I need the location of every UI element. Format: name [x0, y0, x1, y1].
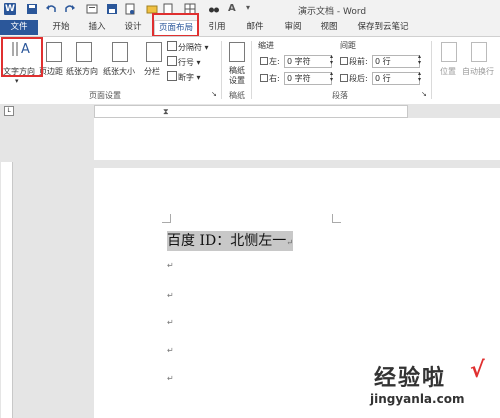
tab-review[interactable]: 审阅 [278, 20, 308, 35]
redo-icon[interactable] [64, 3, 76, 15]
separator [251, 41, 252, 99]
paragraph-mark: ↵ [167, 318, 174, 327]
indent-left-text: 左: [269, 57, 280, 66]
margin-corner-mark [162, 214, 171, 223]
vertical-ruler[interactable] [1, 162, 13, 418]
columns-icon[interactable] [146, 42, 162, 62]
size-icon[interactable] [112, 42, 128, 62]
spacing-before-input[interactable]: 0 行 [372, 55, 420, 68]
orientation-button[interactable]: 纸张方向 [66, 66, 98, 77]
group-draft-label: 稿纸 [229, 91, 245, 100]
tab-insert[interactable]: 插入 [82, 20, 112, 35]
paragraph-mark: ↵ [167, 291, 174, 300]
indent-left-label: 左: [260, 56, 280, 67]
ribbon-tabs: 文件 开始 插入 设计 页面布局 引用 邮件 审阅 视图 保存到云笔记 [0, 19, 500, 36]
page-previous [94, 118, 500, 160]
tab-view[interactable]: 视图 [314, 20, 344, 35]
indent-label: 缩进 [258, 41, 274, 50]
spacing-before-label: 段前: [340, 56, 368, 67]
breaks-button[interactable]: 分隔符 ▾ [167, 41, 209, 53]
separator [221, 41, 222, 99]
hyphenation-icon [167, 71, 177, 81]
tab-save-cloud[interactable]: 保存到云笔记 [352, 20, 414, 35]
tab-selector-icon[interactable]: L [4, 106, 14, 116]
selected-text[interactable]: 百度 ID：北恻左一↵ [167, 231, 293, 251]
orientation-icon[interactable] [76, 42, 92, 62]
margin-corner-mark [332, 214, 341, 223]
customize-quick-access-icon[interactable]: ▾ [246, 3, 258, 15]
paragraph-mark: ↵ [167, 374, 174, 383]
spacing-before-icon [340, 57, 348, 65]
group-paragraph-label: 段落 [332, 91, 348, 100]
indent-right-spinner-icon[interactable]: ▴ ▾ [330, 71, 333, 83]
horizontal-ruler[interactable]: ⧗ [94, 105, 408, 118]
position-icon[interactable] [441, 42, 457, 62]
print-preview-icon[interactable] [86, 3, 98, 15]
indent-right-icon [260, 74, 268, 82]
text-direction-dropdown-icon[interactable]: ▾ [15, 77, 19, 85]
watermark-text: 经验啦 [374, 366, 447, 391]
spacing-after-label: 段后: [340, 73, 368, 84]
paragraph-launcher-icon[interactable]: ↘ [421, 90, 427, 98]
indent-left-icon [260, 57, 268, 65]
watermark: 经验啦 √ jingyanla.com [370, 358, 498, 416]
margins-icon[interactable] [46, 42, 62, 62]
page-setup-launcher-icon[interactable]: ↘ [211, 90, 217, 98]
breaks-label: 分隔符 [178, 43, 202, 52]
line-numbers-icon [167, 56, 177, 66]
paragraph-mark: ↵ [167, 346, 174, 355]
tab-mailings[interactable]: 邮件 [240, 20, 270, 35]
document-line-1[interactable]: 百度 ID：北恻左一 [167, 233, 286, 249]
paragraph-mark: ↵ [286, 238, 293, 247]
title-bar: W A ▾ 演示文档 - Word [0, 0, 500, 19]
save-icon[interactable] [26, 3, 38, 15]
tab-design[interactable]: 设计 [118, 20, 148, 35]
word-logo-icon: W [4, 3, 16, 15]
wrap-text-icon[interactable] [471, 42, 487, 62]
hyphenation-label: 断字 [178, 73, 194, 82]
indent-marker-icon[interactable]: ⧗ [163, 106, 169, 117]
wrap-text-button[interactable]: 自动换行 [462, 66, 494, 77]
spacing-after-icon [340, 74, 348, 82]
spacing-after-text: 段后: [349, 74, 368, 83]
columns-button[interactable]: 分栏 [144, 66, 160, 77]
position-button[interactable]: 位置 [440, 66, 456, 77]
font-size-icon[interactable]: A [228, 3, 240, 15]
indent-right-label: 右: [260, 73, 280, 84]
spacing-before-spinner-icon[interactable]: ▴ ▾ [418, 54, 421, 66]
spacing-before-text: 段前: [349, 57, 368, 66]
ribbon: A 文字方向 ▾ 页边距 纸张方向 纸张大小 分栏 分隔符 ▾ 行号 ▾ 断字 … [0, 36, 500, 105]
tab-home[interactable]: 开始 [46, 20, 76, 35]
watermark-check-icon: √ [470, 358, 485, 383]
paragraph-mark: ↵ [167, 261, 174, 270]
indent-right-text: 右: [269, 74, 280, 83]
spacing-after-spinner-icon[interactable]: ▴ ▾ [418, 71, 421, 83]
tab-references[interactable]: 引用 [202, 20, 232, 35]
undo-icon[interactable] [45, 3, 57, 15]
size-button[interactable]: 纸张大小 [103, 66, 135, 77]
indent-left-input[interactable]: 0 字符 [284, 55, 332, 68]
text-direction-highlight [1, 37, 43, 77]
watermark-url: jingyanla.com [370, 392, 465, 406]
spacing-after-input[interactable]: 0 行 [372, 72, 420, 85]
window-title: 演示文档 - Word [298, 7, 367, 17]
layout-tab-highlight [152, 13, 199, 37]
binoculars-icon[interactable] [208, 3, 220, 15]
indent-right-input[interactable]: 0 字符 [284, 72, 332, 85]
indent-left-spinner-icon[interactable]: ▴ ▾ [330, 54, 333, 66]
breaks-icon [167, 41, 177, 51]
line-numbers-button[interactable]: 行号 ▾ [167, 56, 201, 68]
draft-paper-icon[interactable] [229, 42, 245, 62]
save-icon[interactable] [106, 3, 118, 15]
hyphenation-button[interactable]: 断字 ▾ [167, 71, 201, 83]
quick-print-icon[interactable] [124, 3, 136, 15]
separator [431, 41, 432, 99]
spacing-label: 间距 [340, 41, 356, 50]
tab-file[interactable]: 文件 [0, 20, 38, 35]
line-numbers-label: 行号 [178, 58, 194, 67]
group-page-setup-label: 页面设置 [89, 91, 121, 100]
draft-paper-button[interactable]: 稿纸设置 [229, 66, 247, 86]
